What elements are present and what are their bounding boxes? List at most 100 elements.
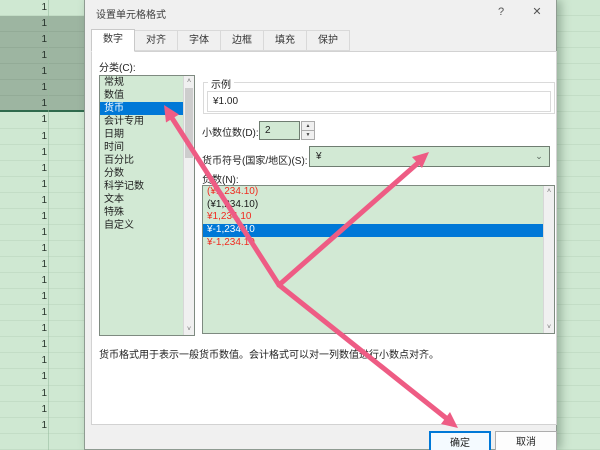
sheet-cell[interactable]: 1: [0, 48, 84, 64]
sheet-cell[interactable]: 1: [0, 161, 84, 177]
category-item[interactable]: 数值: [100, 89, 183, 102]
sheet-cell[interactable]: [557, 225, 600, 241]
scrollbar-up-icon[interactable]: ˄: [544, 186, 554, 197]
sample-groupbox: 示例 ¥1.00: [203, 82, 555, 114]
sheet-column-left[interactable]: 111111111111111111111111111: [0, 0, 84, 450]
sheet-cell[interactable]: 1: [0, 209, 84, 225]
sheet-cell[interactable]: [557, 0, 600, 16]
category-item[interactable]: 自定义: [100, 219, 183, 232]
ok-button[interactable]: 确定: [429, 431, 491, 450]
category-scrollbar[interactable]: ˄ ˅: [183, 76, 194, 335]
negative-scrollbar[interactable]: ˄ ˅: [543, 186, 554, 333]
sheet-cell[interactable]: [557, 337, 600, 353]
sheet-cell[interactable]: [557, 209, 600, 225]
category-item[interactable]: 时间: [100, 141, 183, 154]
tab-边框[interactable]: 边框: [221, 30, 264, 51]
sheet-cell[interactable]: 1: [0, 305, 84, 321]
sheet-cell[interactable]: 1: [0, 273, 84, 289]
category-item[interactable]: 特殊: [100, 206, 183, 219]
sheet-cell[interactable]: [557, 96, 600, 112]
sheet-cell[interactable]: [557, 273, 600, 289]
tab-保护[interactable]: 保护: [307, 30, 350, 51]
sheet-cell[interactable]: 1: [0, 386, 84, 402]
sheet-cell[interactable]: 1: [0, 353, 84, 369]
sheet-cell[interactable]: 1: [0, 321, 84, 337]
help-icon[interactable]: ?: [494, 5, 508, 19]
scrollbar-thumb[interactable]: [185, 88, 193, 158]
tab-对齐[interactable]: 对齐: [135, 30, 178, 51]
sheet-cell[interactable]: 1: [0, 177, 84, 193]
sheet-cell[interactable]: 1: [0, 241, 84, 257]
sheet-cell[interactable]: 1: [0, 337, 84, 353]
sheet-cell[interactable]: 1: [0, 0, 84, 16]
sheet-cell[interactable]: [557, 353, 600, 369]
negative-format-item[interactable]: (¥1,234.10): [203, 199, 543, 212]
sheet-cell[interactable]: 1: [0, 64, 84, 80]
decimal-places-input[interactable]: 2: [259, 121, 300, 140]
sheet-cell[interactable]: [557, 369, 600, 385]
sheet-cell[interactable]: [557, 112, 600, 128]
sheet-cell[interactable]: 1: [0, 96, 84, 112]
category-item[interactable]: 常规: [100, 76, 183, 89]
scrollbar-up-icon[interactable]: ˄: [184, 76, 194, 87]
sheet-cell[interactable]: [557, 145, 600, 161]
negative-format-item[interactable]: ¥-1,234.10: [203, 224, 543, 237]
sheet-cell[interactable]: 1: [0, 129, 84, 145]
tab-字体[interactable]: 字体: [178, 30, 221, 51]
sheet-cell[interactable]: [557, 177, 600, 193]
scrollbar-down-icon[interactable]: ˅: [544, 322, 554, 333]
sheet-cell[interactable]: 1: [0, 112, 84, 128]
sheet-cell[interactable]: [557, 193, 600, 209]
sheet-cell[interactable]: [0, 434, 84, 450]
sheet-cell[interactable]: [557, 80, 600, 96]
category-item[interactable]: 分数: [100, 167, 183, 180]
negative-format-item[interactable]: ¥-1,234.10: [203, 237, 543, 250]
sheet-cell[interactable]: 1: [0, 193, 84, 209]
sheet-cell[interactable]: [557, 161, 600, 177]
sheet-cell[interactable]: 1: [0, 289, 84, 305]
tab-填充[interactable]: 填充: [264, 30, 307, 51]
sheet-cell[interactable]: 1: [0, 418, 84, 434]
sheet-cell[interactable]: 1: [0, 16, 84, 32]
category-item[interactable]: 会计专用: [100, 115, 183, 128]
negative-numbers-listbox[interactable]: (¥1,234.10)(¥1,234.10)¥1,234.10¥-1,234.1…: [202, 185, 555, 334]
sheet-cell[interactable]: 1: [0, 145, 84, 161]
category-item[interactable]: 百分比: [100, 154, 183, 167]
scrollbar-down-icon[interactable]: ˅: [184, 324, 194, 335]
sheet-cell[interactable]: [557, 64, 600, 80]
category-item[interactable]: 文本: [100, 193, 183, 206]
sheet-cell[interactable]: [557, 434, 600, 450]
sheet-cell[interactable]: 1: [0, 402, 84, 418]
category-item[interactable]: 科学记数: [100, 180, 183, 193]
category-item[interactable]: 货币: [100, 102, 183, 115]
spinner-down-icon[interactable]: ▼: [301, 131, 315, 141]
sheet-cell[interactable]: 1: [0, 257, 84, 273]
negative-format-item[interactable]: (¥1,234.10): [203, 186, 543, 199]
sheet-cell[interactable]: [557, 129, 600, 145]
currency-symbol-dropdown[interactable]: ¥ ⌄: [309, 146, 550, 167]
sheet-cell[interactable]: [557, 321, 600, 337]
sheet-cell[interactable]: 1: [0, 369, 84, 385]
sheet-cell[interactable]: [557, 418, 600, 434]
category-listbox[interactable]: 常规数值货币会计专用日期时间百分比分数科学记数文本特殊自定义 ˄ ˅: [99, 75, 195, 336]
negative-format-item[interactable]: ¥1,234.10: [203, 211, 543, 224]
sheet-cell[interactable]: [557, 16, 600, 32]
close-icon[interactable]: ✕: [530, 5, 544, 19]
sheet-cell[interactable]: [557, 402, 600, 418]
sheet-cell[interactable]: [557, 289, 600, 305]
spinner-up-icon[interactable]: ▲: [301, 121, 315, 131]
sheet-cell[interactable]: 1: [0, 80, 84, 96]
sheet-cell[interactable]: [557, 241, 600, 257]
sheet-column-right[interactable]: [557, 0, 600, 450]
cancel-button[interactable]: 取消: [495, 431, 557, 450]
sheet-cell[interactable]: [557, 305, 600, 321]
sheet-cell[interactable]: [557, 48, 600, 64]
sheet-cell[interactable]: [557, 257, 600, 273]
sheet-cell[interactable]: 1: [0, 32, 84, 48]
sheet-cell[interactable]: [557, 32, 600, 48]
category-item[interactable]: 日期: [100, 128, 183, 141]
chevron-down-icon[interactable]: ⌄: [532, 147, 546, 166]
sheet-cell[interactable]: 1: [0, 225, 84, 241]
sheet-cell[interactable]: [557, 386, 600, 402]
tab-数字[interactable]: 数字: [91, 29, 135, 52]
